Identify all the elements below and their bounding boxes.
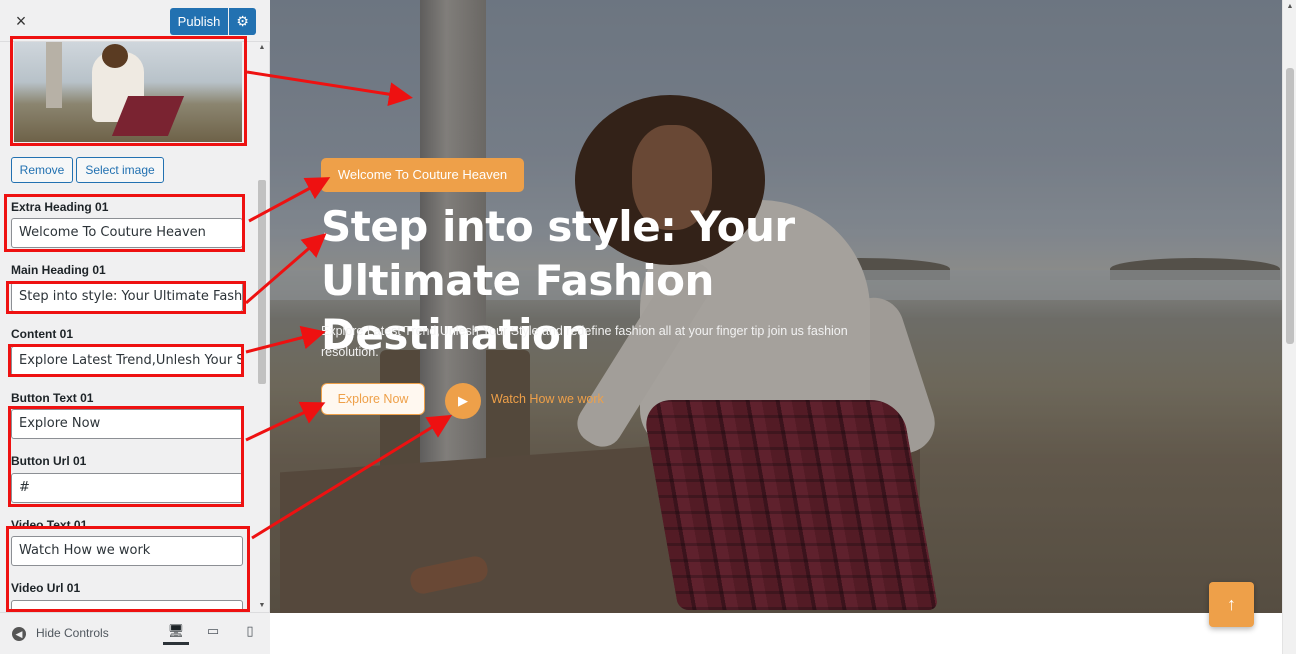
gear-icon[interactable]: ⚙ xyxy=(229,8,256,35)
watch-video-link[interactable]: Watch How we work xyxy=(491,392,604,406)
collapse-icon[interactable]: ◀ xyxy=(12,627,26,641)
close-icon[interactable]: × xyxy=(10,10,32,32)
customizer-header: × Publish ⚙ xyxy=(0,0,270,42)
button-text-input[interactable]: Explore Now xyxy=(11,409,243,439)
back-to-top-button[interactable]: ↑ xyxy=(1209,582,1254,627)
video-text-input[interactable]: Watch How we work xyxy=(11,536,243,566)
customizer-sidebar: × Publish ⚙ Remove Select image Extra He… xyxy=(0,0,270,654)
video-url-label: Video Url 01 xyxy=(11,581,81,595)
hero-image-thumbnail[interactable] xyxy=(14,42,242,142)
sidebar-scroll-thumb[interactable] xyxy=(258,180,266,384)
play-icon[interactable]: ▶ xyxy=(445,383,481,419)
video-text-label: Video Text 01 xyxy=(11,518,88,532)
tablet-preview-icon[interactable]: ▭ xyxy=(200,623,226,645)
extra-heading-label: Extra Heading 01 xyxy=(11,200,109,214)
site-preview: Welcome To Couture Heaven Step into styl… xyxy=(270,0,1282,654)
hero-tagline-badge: Welcome To Couture Heaven xyxy=(321,158,524,192)
button-text-label: Button Text 01 xyxy=(11,391,94,405)
explore-now-button[interactable]: Explore Now xyxy=(321,383,425,415)
content-input[interactable]: Explore Latest Trend,Unlesh Your Style xyxy=(11,346,243,376)
sidebar-scrollbar[interactable]: ▲ ▼ xyxy=(256,42,268,612)
button-url-label: Button Url 01 xyxy=(11,454,87,468)
remove-image-button[interactable]: Remove xyxy=(11,157,73,183)
hero-section: Welcome To Couture Heaven Step into styl… xyxy=(270,0,1282,613)
scroll-down-icon[interactable]: ▼ xyxy=(256,600,268,612)
video-url-input[interactable] xyxy=(11,600,243,612)
button-url-input[interactable]: # xyxy=(11,473,243,503)
publish-button[interactable]: Publish xyxy=(170,8,228,35)
desktop-preview-icon[interactable]: 🖥 xyxy=(163,623,189,645)
hide-controls-button[interactable]: Hide Controls xyxy=(36,626,109,640)
controls-panel: Remove Select image Extra Heading 01 Wel… xyxy=(0,42,256,612)
content-label: Content 01 xyxy=(11,327,74,341)
mobile-preview-icon[interactable]: ▯ xyxy=(237,623,263,645)
scroll-up-icon[interactable]: ▲ xyxy=(256,42,268,54)
hero-content: Explore Latest Trend,Unlesh Your Style a… xyxy=(321,324,848,359)
preview-scrollbar[interactable]: ▲ xyxy=(1282,0,1296,654)
preview-scroll-thumb[interactable] xyxy=(1286,68,1294,344)
extra-heading-input[interactable]: Welcome To Couture Heaven xyxy=(11,218,243,248)
main-heading-label: Main Heading 01 xyxy=(11,263,106,277)
select-image-button[interactable]: Select image xyxy=(76,157,164,183)
main-heading-input[interactable]: Step into style: Your Ultimate Fashion xyxy=(11,282,243,312)
preview-scroll-up-icon[interactable]: ▲ xyxy=(1283,0,1296,14)
customizer-footer: ◀ Hide Controls 🖥 ▭ ▯ xyxy=(0,612,270,654)
